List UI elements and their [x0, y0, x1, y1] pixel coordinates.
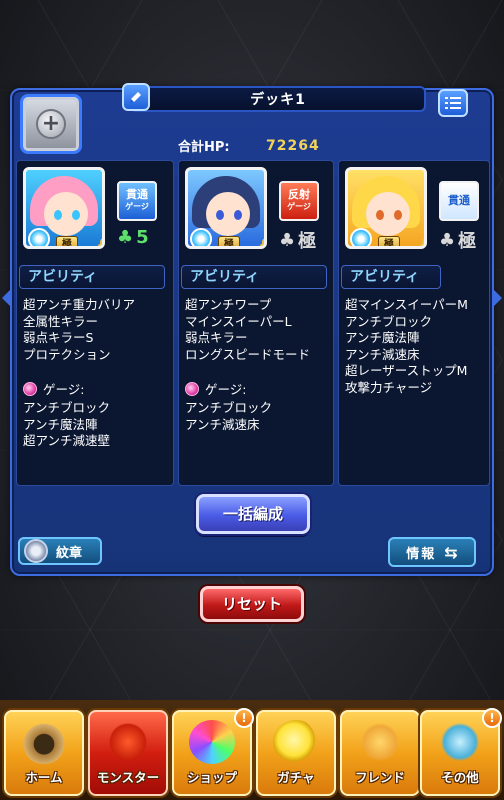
reset-button[interactable]: リセット	[200, 586, 304, 622]
gimmick-tag: 貫通	[439, 181, 479, 221]
total-hp-label: 合計HP:	[178, 140, 230, 155]
luck-value: 極	[458, 231, 477, 252]
ability-item: ロングスピードモード	[185, 346, 311, 362]
info-toggle-button[interactable]: 情報 ⇆	[388, 537, 476, 567]
list-icon	[445, 97, 461, 109]
total-hp-row: 合計HP: 72264	[178, 136, 320, 156]
nav-friend[interactable]: フレンド	[340, 710, 420, 796]
ability-heading: アビリティ	[341, 265, 441, 289]
ability-item: 超レーザーストップM	[345, 363, 468, 378]
clover-icon: ♣	[117, 227, 134, 248]
ability-list: 超アンチ重力バリア 全属性キラー 弱点キラーS プロテクション ゲージ: アンチ…	[23, 297, 135, 450]
element-icon	[28, 228, 50, 246]
gauge-ability-item: アンチ減速床	[185, 416, 260, 432]
gauge-heading: ゲージ:	[185, 379, 310, 398]
bulk-formation-button[interactable]: 一括編成	[196, 494, 310, 534]
emblem-button[interactable]: 紋章	[18, 537, 102, 565]
nav-home[interactable]: ホーム	[4, 710, 84, 796]
ability-item: アンチ減速床	[345, 346, 420, 362]
monster-portrait[interactable]: 極	[23, 167, 105, 249]
ability-item: アンチブロック	[345, 313, 433, 329]
ability-item: 攻撃力チャージ	[345, 379, 433, 395]
rank-badge: 極	[378, 236, 400, 246]
signpost-icon	[437, 720, 483, 764]
gate-icon	[21, 720, 67, 764]
ability-item: 超アンチ重力バリア	[23, 297, 136, 312]
gauge-icon	[185, 381, 199, 396]
deck-list-button[interactable]	[438, 89, 468, 117]
gauge-ability-item: アンチ魔法陣	[23, 416, 98, 432]
gauge-ability-item: 超アンチ減速壁	[23, 433, 111, 448]
nav-monster[interactable]: モンスター	[88, 710, 168, 796]
swap-arrows-icon: ⇆	[444, 542, 458, 562]
monster-slot-2[interactable]: 極 反射 ゲージ ♣ 極 アビリティ 超アンチワープ マインスイーパーL 弱点キ…	[178, 160, 334, 486]
gauge-ability-item: アンチブロック	[185, 400, 273, 415]
ability-item: プロテクション	[23, 346, 111, 362]
lock-icon	[98, 238, 102, 246]
gauge-ability-item: アンチブロック	[23, 400, 111, 415]
monster-portrait[interactable]: 極	[345, 167, 427, 249]
add-monster-button[interactable]: +	[20, 94, 82, 154]
next-deck-arrow-icon[interactable]	[494, 290, 502, 306]
pencil-icon	[130, 92, 141, 103]
nav-other[interactable]: その他 !	[420, 708, 502, 796]
luck-value: 極	[298, 231, 317, 252]
luck-indicator: ♣ 5	[117, 227, 149, 248]
lock-icon	[260, 238, 264, 246]
ability-item: 弱点キラー	[185, 330, 248, 345]
ability-heading: アビリティ	[19, 265, 165, 289]
ability-item: アンチ魔法陣	[345, 330, 420, 345]
lock-icon	[420, 238, 424, 246]
luck-value: 5	[136, 227, 149, 248]
ability-list: 超マインスイーパーM アンチブロック アンチ魔法陣 アンチ減速床 超レーザースト…	[345, 297, 468, 396]
gimmick-tag: 貫通 ゲージ	[117, 181, 157, 221]
edit-deck-name-button[interactable]	[122, 83, 150, 111]
gacha-egg-icon	[273, 720, 319, 764]
clover-icon: ♣	[439, 229, 456, 251]
rainbow-orb-icon	[189, 720, 235, 764]
monster-slot-3[interactable]: 極 貫通 ♣ 極 アビリティ 超マインスイーパーM アンチブロック アンチ魔法陣…	[338, 160, 490, 486]
monster-slot-1[interactable]: 極 貫通 ゲージ ♣ 5 アビリティ 超アンチ重力バリア 全属性キラー 弱点キラ…	[16, 160, 174, 486]
monster-portrait[interactable]: 極	[185, 167, 267, 249]
deck-title: デッキ1	[250, 92, 306, 108]
friends-icon	[357, 720, 403, 764]
prev-deck-arrow-icon[interactable]	[2, 290, 10, 306]
monster-icon	[105, 720, 151, 764]
ability-heading: アビリティ	[181, 265, 327, 289]
ability-item: 全属性キラー	[23, 313, 99, 329]
luck-indicator: ♣ 極	[439, 227, 476, 253]
gimmick-tag: 反射 ゲージ	[279, 181, 319, 221]
ability-item: 超アンチワープ	[185, 297, 272, 312]
notification-badge: !	[234, 708, 254, 728]
ability-item: マインスイーパーL	[185, 313, 292, 329]
element-icon	[190, 228, 212, 246]
ability-list: 超アンチワープ マインスイーパーL 弱点キラー ロングスピードモード ゲージ: …	[185, 297, 310, 433]
nav-gacha[interactable]: ガチャ	[256, 710, 336, 796]
notification-badge: !	[482, 708, 502, 728]
deck-title-bar: デッキ1	[130, 86, 426, 112]
ability-item: 弱点キラーS	[23, 330, 94, 345]
emblem-icon	[24, 539, 48, 563]
element-icon	[350, 228, 372, 246]
ability-item: 超マインスイーパーM	[345, 297, 468, 312]
gauge-icon	[23, 381, 37, 396]
clover-icon: ♣	[279, 229, 296, 251]
luck-indicator: ♣ 極	[279, 227, 316, 253]
plus-icon: +	[36, 109, 66, 139]
gauge-heading: ゲージ:	[23, 379, 135, 398]
rank-badge: 極	[56, 236, 78, 246]
nav-shop[interactable]: ショップ !	[172, 708, 254, 796]
total-hp-value: 72264	[266, 137, 320, 154]
rank-badge: 極	[218, 236, 240, 246]
